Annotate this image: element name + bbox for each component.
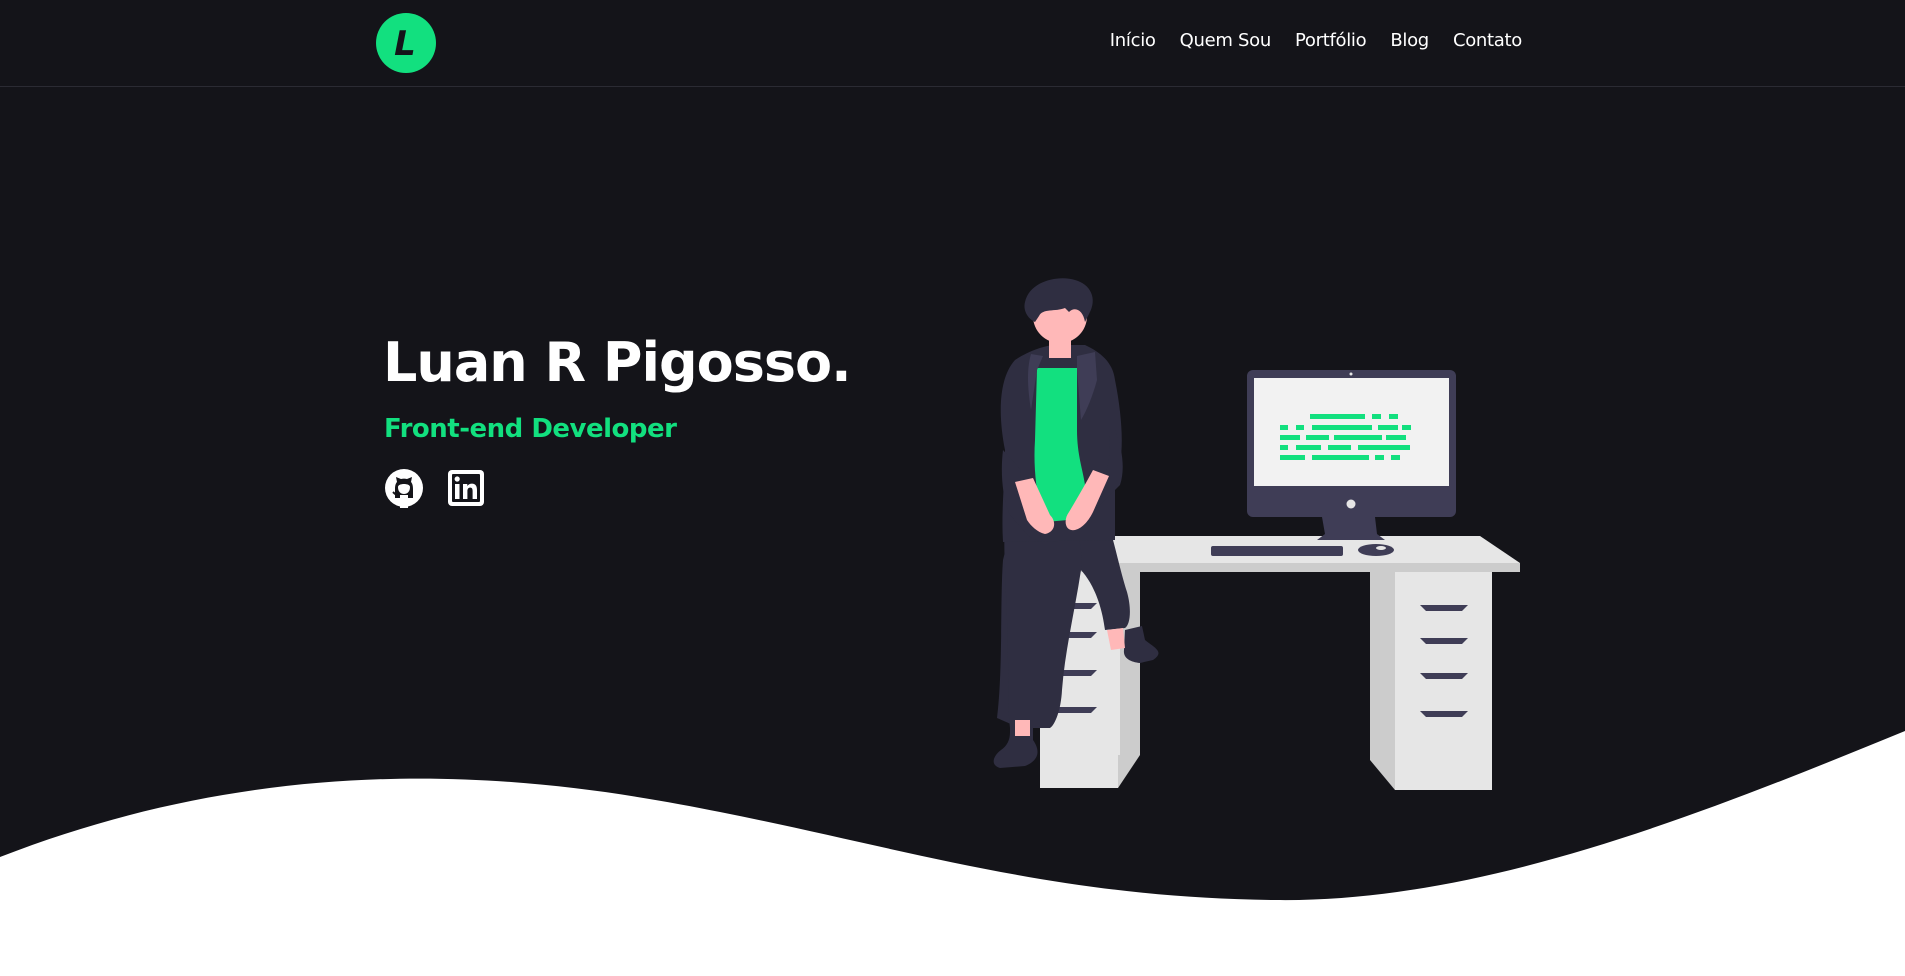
main-nav: Início Quem Sou Portfólio Blog Contato	[1110, 30, 1523, 51]
desk-edge	[1055, 563, 1520, 572]
right-drawer-front	[1395, 572, 1492, 790]
right-drawer-side	[1370, 572, 1395, 760]
nav-item-blog[interactable]: Blog	[1390, 30, 1429, 51]
linkedin-icon	[448, 470, 484, 506]
github-icon	[385, 469, 423, 508]
monitor-screen	[1254, 378, 1449, 486]
hero-background-wave	[0, 0, 1905, 901]
nav-item-inicio[interactable]: Início	[1110, 30, 1156, 51]
nav-item-portfolio[interactable]: Portfólio	[1295, 30, 1367, 51]
developer-at-desk-illustration	[993, 278, 1520, 790]
nav-item-contato[interactable]: Contato	[1453, 30, 1522, 51]
hero-subtitle: Front-end Developer	[384, 414, 677, 444]
hero-section: L Início Quem Sou Portfólio Blog Contato…	[0, 0, 1905, 976]
logo[interactable]: L	[376, 13, 436, 73]
logo-letter: L	[394, 24, 416, 64]
social-links	[384, 468, 486, 508]
github-link[interactable]	[384, 468, 424, 508]
linkedin-link[interactable]	[446, 468, 486, 508]
site-header: L Início Quem Sou Portfólio Blog Contato	[0, 0, 1905, 87]
hero-title: Luan R Pigosso.	[383, 331, 852, 394]
nav-item-quem-sou[interactable]: Quem Sou	[1180, 30, 1272, 51]
mouse	[1358, 544, 1394, 556]
monitor-stand	[1317, 517, 1385, 540]
keyboard	[1211, 546, 1343, 556]
